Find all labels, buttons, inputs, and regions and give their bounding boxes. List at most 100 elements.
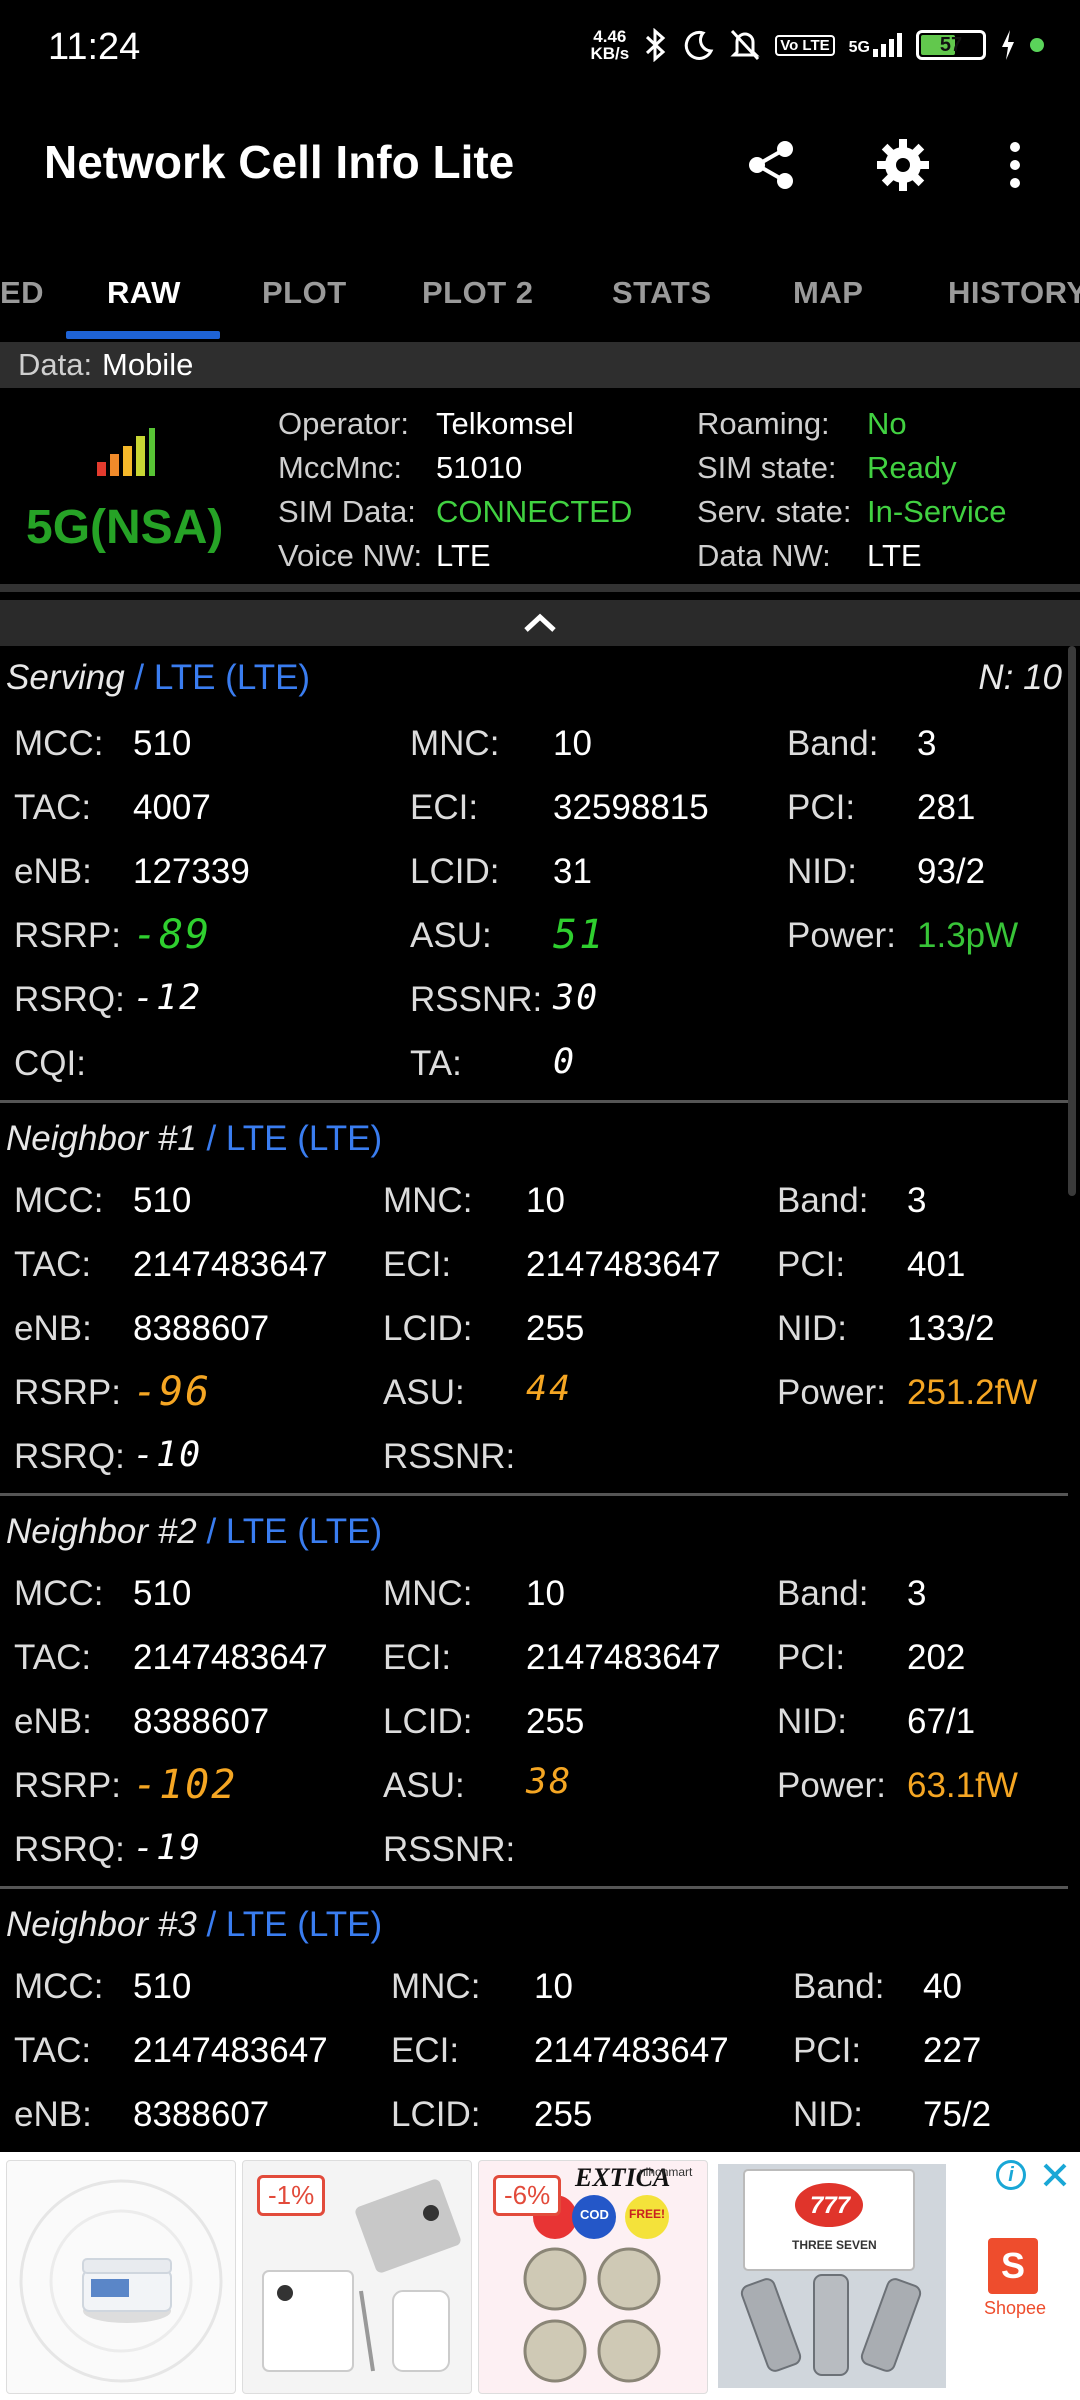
mcc-value: 510	[133, 1574, 192, 1613]
tab-raw[interactable]: RAW	[107, 275, 181, 311]
operator-label: Operator:	[278, 406, 409, 441]
mcc-label: MCC:	[14, 1574, 104, 1613]
pci-label: PCI:	[787, 788, 856, 827]
pci-value: 401	[907, 1245, 966, 1284]
chevron-up-icon	[524, 613, 556, 632]
bell-off-icon	[730, 29, 760, 61]
nid-label: NID:	[777, 1702, 847, 1741]
asu-label: ASU:	[383, 1373, 465, 1412]
pci-value: 281	[917, 788, 976, 827]
enb-label: eNB:	[14, 1702, 92, 1741]
eci-value: 2147483647	[526, 1638, 721, 1677]
status-bar: 11:24 4.46 KB/s Vo LTE 5G 57	[0, 0, 1080, 100]
band-label: Band:	[787, 724, 879, 763]
lcid-label: LCID:	[383, 1702, 473, 1741]
lcid-value: 255	[526, 1309, 585, 1348]
signal-strength-icon	[97, 428, 155, 476]
moon-icon	[684, 30, 714, 60]
shopee-logo-icon: S	[988, 2238, 1038, 2294]
rsrp-label: RSRP:	[14, 916, 121, 955]
neighbor-cell-card: Neighbor #2 / LTE (LTE) MCC: 510 MNC: 10…	[0, 1496, 1068, 1889]
asu-value: 51	[553, 912, 606, 958]
enb-label: eNB:	[14, 2095, 92, 2134]
mcc-value: 510	[133, 1967, 192, 2006]
asu-value: 38	[526, 1762, 573, 1802]
data-source-bar: Data: Mobile	[0, 342, 1080, 388]
eci-label: ECI:	[410, 788, 479, 827]
enb-value: 8388607	[133, 1309, 270, 1348]
nid-value: 133/2	[907, 1309, 995, 1348]
nid-label: NID:	[787, 852, 857, 891]
rssnr-label: RSSNR:	[383, 1830, 516, 1869]
cqi-label: CQI:	[14, 1044, 86, 1083]
ad-product-palette[interactable]: -1%	[242, 2160, 472, 2394]
sim-state-value: Ready	[867, 450, 957, 485]
ad-product-cream[interactable]	[6, 2160, 236, 2394]
sim-state-label: SIM state:	[697, 450, 837, 485]
mcc-label: MCC:	[14, 1181, 104, 1220]
charging-icon	[1002, 30, 1014, 60]
rsrp-value: -89	[133, 912, 212, 958]
pci-label: PCI:	[777, 1638, 846, 1677]
mcc-value: 510	[133, 724, 192, 763]
neighbor-cell-card: Neighbor #1 / LTE (LTE) MCC: 510 MNC: 10…	[0, 1103, 1068, 1496]
rsrp-label: RSRP:	[14, 1373, 121, 1412]
discount-badge: -1%	[257, 2175, 326, 2216]
mccmnc-value: 51010	[436, 450, 523, 485]
mcc-label: MCC:	[14, 724, 104, 763]
eci-value: 2147483647	[534, 2031, 729, 2070]
pci-label: PCI:	[777, 1245, 846, 1284]
ad-product-nail-clipper[interactable]: 777 THREE SEVEN	[714, 2160, 950, 2392]
tab-ed[interactable]: ED	[0, 275, 44, 311]
three-seven-label: THREE SEVEN	[792, 2238, 877, 2252]
close-icon[interactable]	[1040, 2160, 1070, 2190]
tab-plot-2[interactable]: PLOT 2	[422, 275, 534, 311]
overflow-menu-button[interactable]	[985, 130, 1045, 200]
share-icon	[749, 141, 793, 189]
tac-value: 2147483647	[133, 1638, 328, 1677]
mcc-label: MCC:	[14, 1967, 104, 2006]
rsrq-label: RSRQ:	[14, 980, 125, 1019]
voice-nw-label: Voice NW:	[278, 538, 423, 573]
tab-stats[interactable]: STATS	[612, 275, 712, 311]
tac-label: TAC:	[14, 1638, 92, 1677]
serving-cell-card: Serving / LTE (LTE) N: 10 MCC: 510 MNC: …	[0, 646, 1068, 1103]
neighbor-cell-header: Neighbor #2 / LTE (LTE)	[6, 1512, 383, 1551]
band-label: Band:	[777, 1181, 869, 1220]
pci-label: PCI:	[793, 2031, 862, 2070]
rsrp-value: -96	[133, 1369, 212, 1415]
rssnr-label: RSSNR:	[410, 980, 543, 1019]
network-summary: 5G(NSA) Operator: Telkomsel MccMnc: 5101…	[0, 388, 1080, 584]
operator-value: Telkomsel	[436, 406, 574, 441]
neighbor-cell-card: Neighbor #3 / LTE (LTE) MCC: 510 MNC: 10…	[0, 1889, 1068, 2152]
rsrq-value: -12	[133, 978, 203, 1018]
more-vert-icon	[1010, 142, 1020, 188]
lcid-label: LCID:	[391, 2095, 481, 2134]
eci-label: ECI:	[391, 2031, 460, 2070]
mnc-value: 10	[553, 724, 592, 763]
tab-plot[interactable]: PLOT	[262, 275, 347, 311]
cream-jar-image	[19, 2179, 223, 2383]
clock: 11:24	[48, 26, 141, 68]
mnc-value: 10	[526, 1181, 565, 1220]
band-value: 3	[907, 1574, 927, 1613]
ta-value: 0	[553, 1042, 577, 1082]
mnc-label: MNC:	[410, 724, 500, 763]
collapse-summary-button[interactable]	[0, 600, 1080, 646]
ad-product-extica[interactable]: -6% EXTICA nihonmart COD FREE!	[478, 2160, 708, 2394]
ad-info-icon[interactable]: i	[996, 2160, 1026, 2190]
eci-label: ECI:	[383, 1638, 452, 1677]
brand-777-logo: 777	[810, 2192, 851, 2219]
share-button[interactable]	[736, 130, 806, 200]
power-value: 251.2fW	[907, 1373, 1038, 1412]
ad-banner[interactable]: -1% -6% EXTICA nihonmart COD FREE! 777 T…	[0, 2152, 1080, 2400]
settings-button[interactable]	[868, 130, 938, 200]
band-label: Band:	[793, 1967, 885, 2006]
scrollbar[interactable]	[1068, 646, 1076, 1196]
tab-map[interactable]: MAP	[793, 275, 863, 311]
tab-history[interactable]: HISTORY	[948, 275, 1080, 311]
data-source-label: Data:	[18, 347, 93, 382]
serving-cell-header: Serving / LTE (LTE)	[6, 658, 311, 697]
notification-dot	[1030, 38, 1044, 52]
enb-label: eNB:	[14, 1309, 92, 1348]
